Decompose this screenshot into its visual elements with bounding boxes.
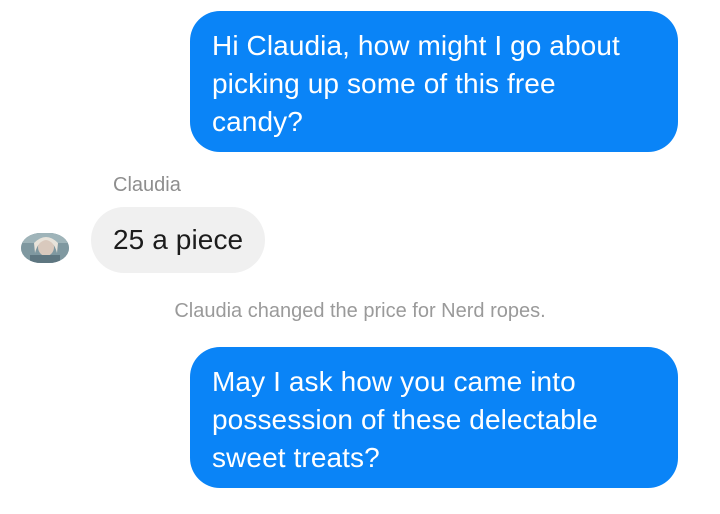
system-notice: Claudia changed the price for Nerd ropes… xyxy=(174,300,546,322)
chat-screen: { "conversation": { "messages": [ { "dir… xyxy=(0,0,720,514)
sender-name: Claudia xyxy=(113,174,181,196)
message-line: Hi Claudia, how might I go about xyxy=(212,30,620,61)
message-line: sweet treats? xyxy=(212,442,380,473)
message-line: possession of these delectable xyxy=(212,404,598,435)
incoming-message-bubble[interactable]: 25 a piece xyxy=(91,207,266,273)
message-line: May I ask how you came into xyxy=(212,366,576,397)
message-line: picking up some of this free xyxy=(212,68,556,99)
outgoing-message-bubble[interactable]: Hi Claudia, how might I go about picking… xyxy=(190,11,678,152)
avatar-photo-icon xyxy=(21,233,69,263)
outgoing-message-bubble[interactable]: May I ask how you came into possession o… xyxy=(190,347,678,488)
contact-avatar[interactable] xyxy=(21,233,69,263)
message-text: 25 a piece xyxy=(113,224,244,255)
message-line: candy? xyxy=(212,106,303,137)
